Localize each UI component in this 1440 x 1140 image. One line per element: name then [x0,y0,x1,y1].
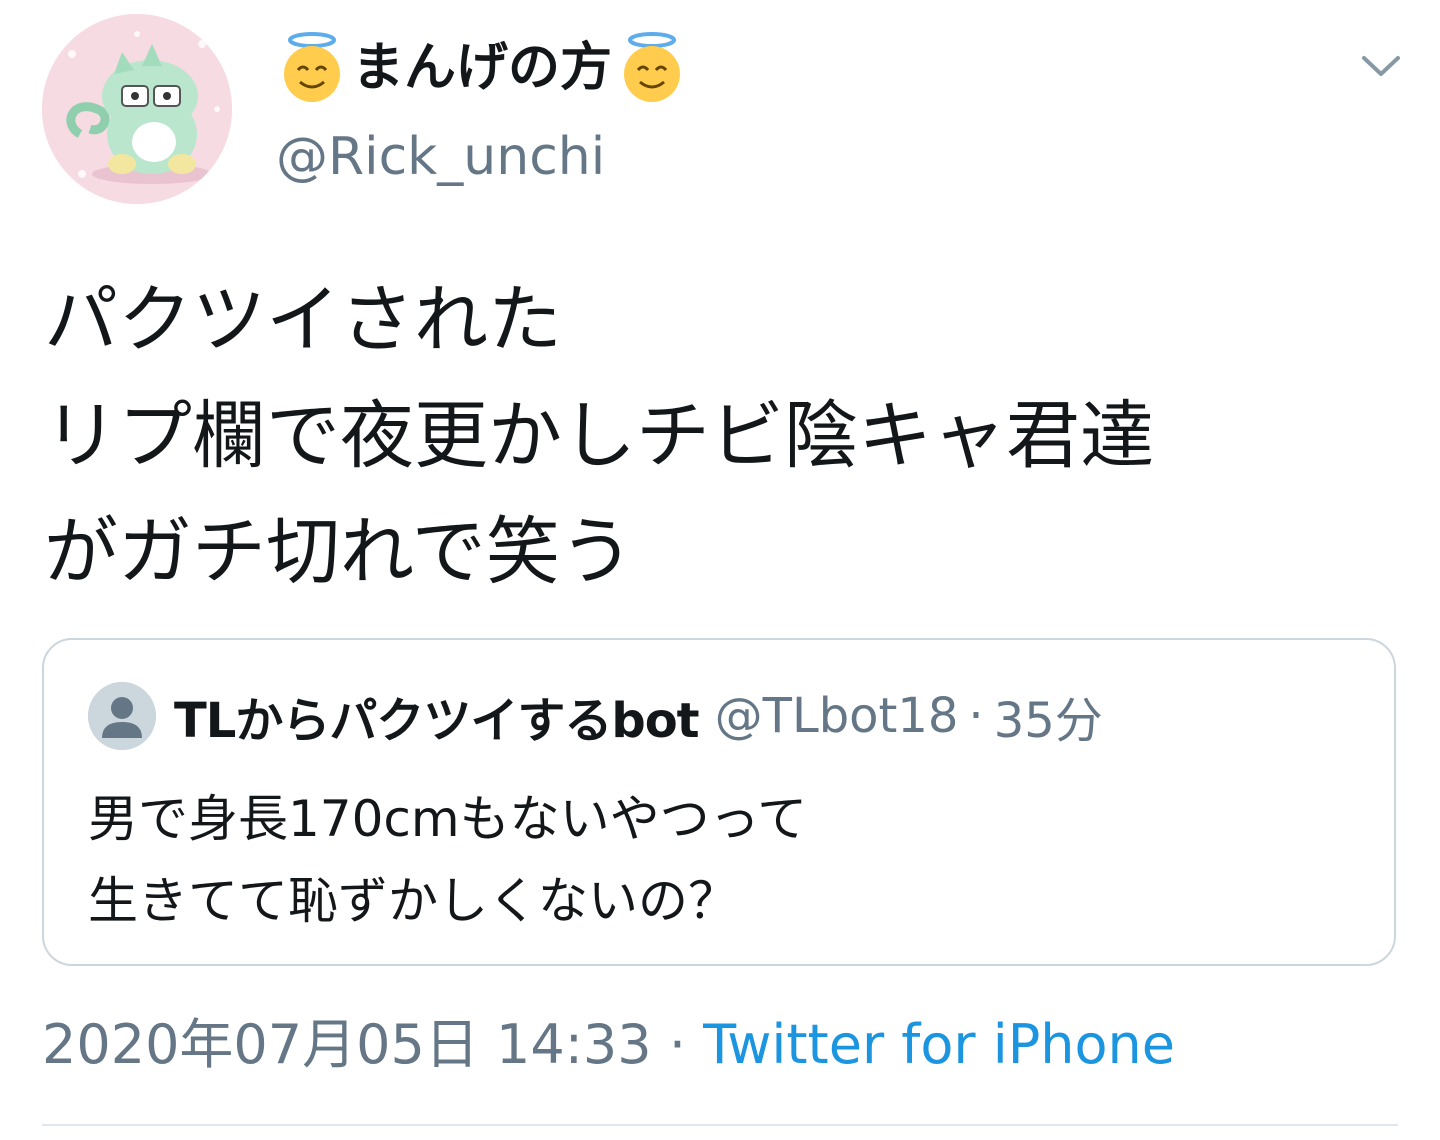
quoted-tweet-name: TLからパクツイするbot [174,693,700,749]
quoted-tweet-card[interactable]: TLからパクツイするbot @TLbot18 · 35分 男で身長170cmもな… [42,638,1396,966]
divider [42,1124,1398,1126]
tweet-source-link[interactable]: Twitter for iPhone [703,1013,1175,1076]
tweet-meta-row: 2020年07月05日 14:33 · Twitter for iPhone [42,1010,1175,1080]
tweet-text-line: リプ欄で夜更かしチビ陰キャ君達 [44,393,1154,479]
meta-separator: · [668,1013,686,1076]
quoted-tweet-time: 35分 [993,693,1103,749]
chevron-down-icon[interactable] [1358,48,1404,84]
author-display-name: まんげの方 [352,38,613,98]
author-display-name-row[interactable]: まんげの方 [278,30,686,106]
tweet-text-line: パクツイされた [44,277,562,363]
quoted-tweet-text: 男で身長170cmもないやつって 生きてて恥ずかしくないの？ [88,778,807,942]
tweet-timestamp[interactable]: 2020年07月05日 14:33 [42,1013,652,1076]
quoted-tweet-header: TLからパクツイするbot @TLbot18 · 35分 [88,680,1103,752]
quoted-tweet-handle: @TLbot18 [714,688,959,744]
smiling-face-with-halo-icon [618,32,686,104]
tweet-text-line: がガチ切れで笑う [44,509,634,595]
avatar-image [42,14,232,204]
tweet-text: パクツイされた リプ欄で夜更かしチビ陰キャ君達 がガチ切れで笑う [44,262,1404,610]
quoted-tweet-separator: · [968,688,984,744]
smiling-face-with-halo-icon [278,32,346,104]
author-handle[interactable]: @Rick_unchi [276,124,605,190]
default-avatar-icon [88,682,156,750]
quoted-tweet-text-line: 男で身長170cmもないやつって [88,790,808,848]
quoted-tweet-text-line: 生きてて恥ずかしくないの？ [88,872,738,930]
author-avatar[interactable] [42,14,232,204]
